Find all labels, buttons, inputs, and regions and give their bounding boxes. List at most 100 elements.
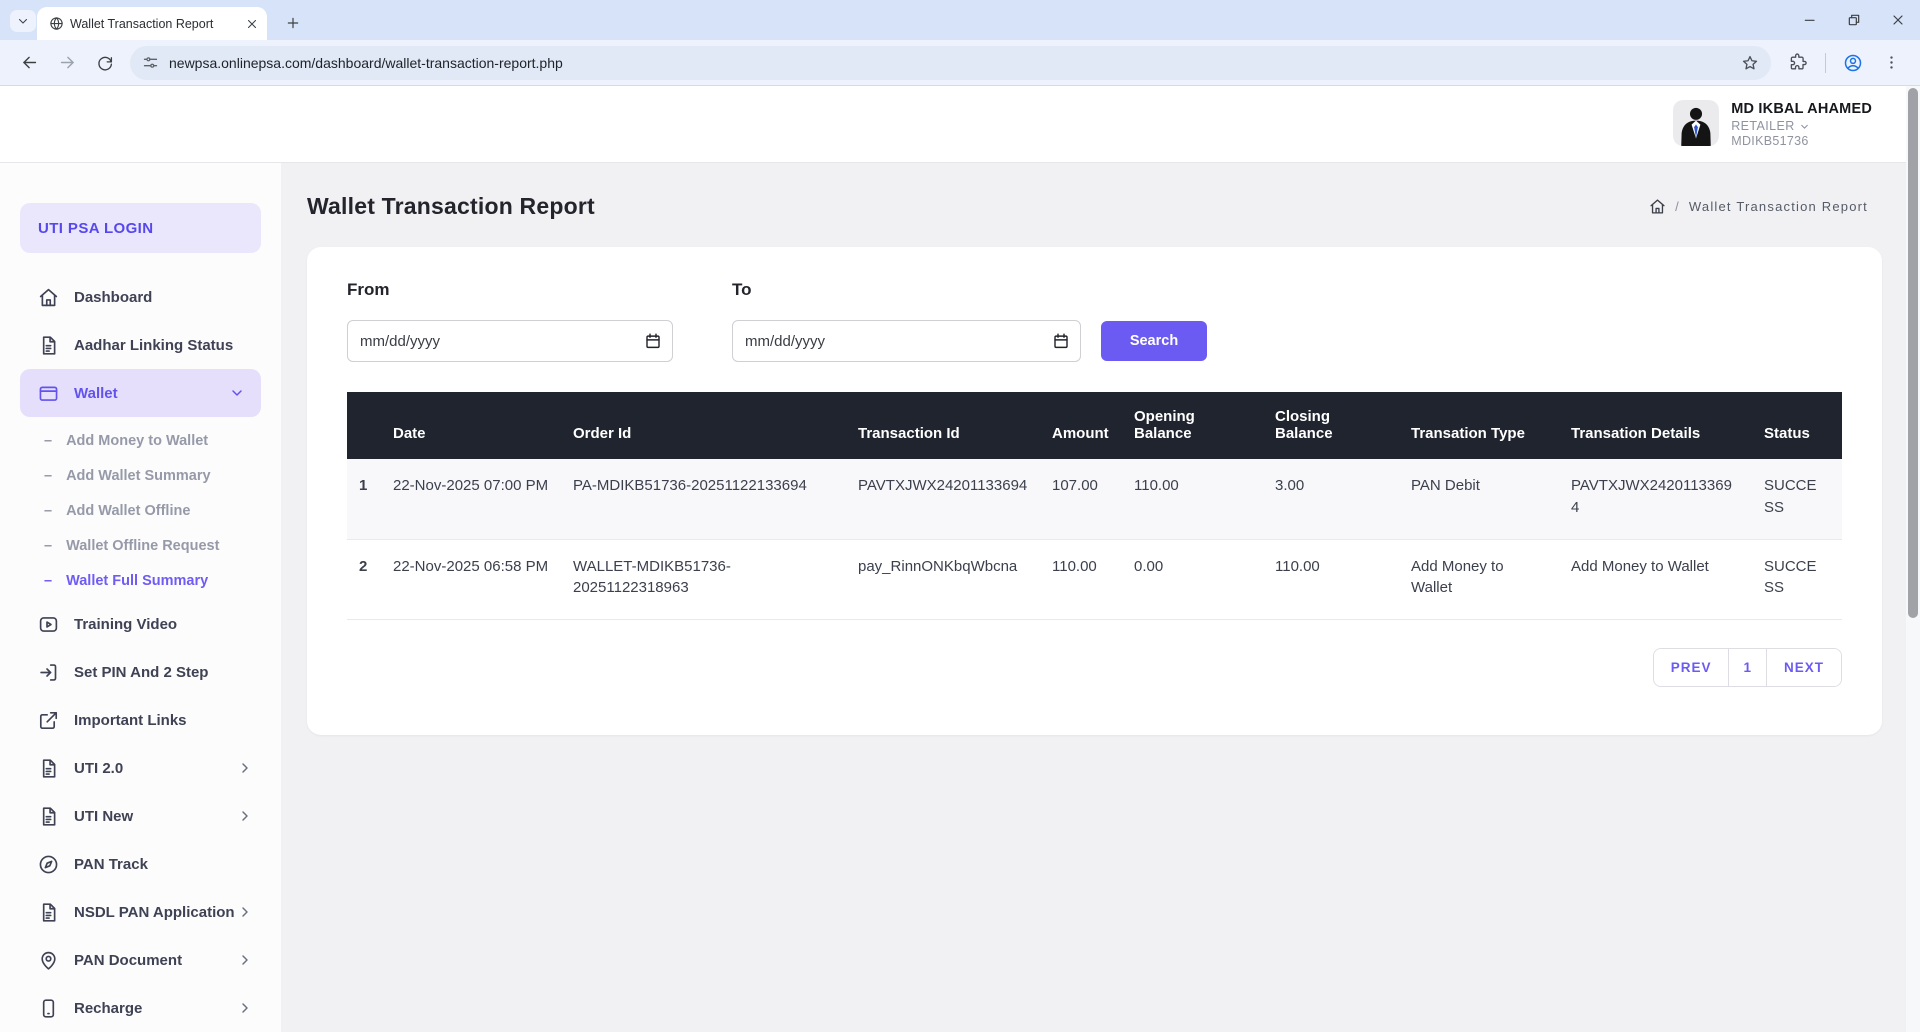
column-header: Status [1764, 392, 1842, 459]
new-tab-button[interactable] [278, 8, 308, 38]
sidebar-item-dashboard[interactable]: Dashboard [0, 273, 281, 321]
forward-button[interactable] [50, 46, 84, 80]
document-icon [38, 335, 59, 356]
cell-sn: 2 [347, 539, 393, 620]
transaction-table: DateOrder IdTransaction IdAmountOpening … [347, 392, 1842, 620]
user-menu[interactable]: MD IKBAL AHAMED RETAILER MDIKB51736 [1673, 100, 1872, 148]
sidebar-item-pan-document[interactable]: PAN Document [0, 936, 281, 984]
sidebar-item-important-links[interactable]: Important Links [0, 696, 281, 744]
to-date-input[interactable] [732, 320, 1081, 362]
cell-amount: 107.00 [1052, 459, 1134, 539]
sidebar-subitem-add-wallet-offline[interactable]: Add Wallet Offline [0, 493, 281, 528]
profile-icon [1843, 53, 1863, 73]
page-number-button[interactable]: 1 [1728, 649, 1766, 686]
main-content: Wallet Transaction Report / Wallet Trans… [281, 163, 1920, 1032]
globe-favicon-icon [49, 16, 64, 31]
cell-closing-balance: 3.00 [1275, 459, 1411, 539]
bookmark-star-icon[interactable] [1741, 54, 1759, 72]
close-icon [1890, 12, 1906, 28]
cell-amount: 110.00 [1052, 539, 1134, 620]
menu-button[interactable] [1874, 46, 1908, 80]
browser-tabstrip: Wallet Transaction Report [0, 0, 1920, 40]
chevron-right-icon [237, 760, 253, 776]
reload-icon [96, 54, 114, 72]
sidebar-item-pan-track[interactable]: PAN Track [0, 840, 281, 888]
close-button[interactable] [1876, 0, 1920, 40]
cell-type: PAN Debit [1411, 459, 1571, 539]
sidebar-subitem-add-wallet-summary[interactable]: Add Wallet Summary [0, 458, 281, 493]
table-header-row: DateOrder IdTransaction IdAmountOpening … [347, 392, 1842, 459]
extensions-button[interactable] [1781, 46, 1815, 80]
page-scrollbar[interactable] [1906, 86, 1920, 1032]
map-pin-icon [38, 950, 59, 971]
chevron-down-icon [16, 14, 30, 28]
cell-order-id: WALLET-MDIKB51736-20251122318963 [573, 539, 858, 620]
sidebar-subitem-wallet-full-summary[interactable]: Wallet Full Summary [0, 563, 281, 598]
toolbar-right [1779, 46, 1910, 80]
cell-closing-balance: 110.00 [1275, 539, 1411, 620]
scrollbar-thumb[interactable] [1908, 88, 1918, 618]
column-header: Date [393, 392, 573, 459]
restore-icon [1846, 12, 1862, 28]
cell-type: Add Money to Wallet [1411, 539, 1571, 620]
cell-transaction-id: pay_RinnONKbqWbcna [858, 539, 1052, 620]
from-date-input[interactable] [347, 320, 673, 362]
back-arrow-icon [20, 53, 39, 72]
breadcrumb-home[interactable] [1649, 198, 1666, 215]
prev-page-button[interactable]: PREV [1654, 649, 1729, 686]
tab-close-icon[interactable] [245, 17, 259, 31]
search-button[interactable]: Search [1101, 321, 1207, 361]
forward-arrow-icon [58, 53, 77, 72]
avatar [1673, 100, 1719, 146]
column-header: Transation Type [1411, 392, 1571, 459]
back-button[interactable] [12, 46, 46, 80]
column-header [347, 392, 393, 459]
table-row: 122-Nov-2025 07:00 PMPA-MDIKB51736-20251… [347, 459, 1842, 539]
page-head: Wallet Transaction Report / Wallet Trans… [281, 163, 1920, 220]
app-header: MD IKBAL AHAMED RETAILER MDIKB51736 [0, 86, 1920, 163]
page-title: Wallet Transaction Report [307, 193, 595, 220]
cell-opening-balance: 110.00 [1134, 459, 1275, 539]
sidebar-item-label: UTI 2.0 [74, 760, 237, 777]
chevron-right-icon [237, 904, 253, 920]
sidebar-item-nsdl-pan-application[interactable]: NSDL PAN Application [0, 888, 281, 936]
sidebar-item-set-pin-and-2-step[interactable]: Set PIN And 2 Step [0, 648, 281, 696]
sidebar-item-uti-2-0[interactable]: UTI 2.0 [0, 744, 281, 792]
breadcrumb-current: Wallet Transaction Report [1689, 199, 1868, 214]
profile-button[interactable] [1836, 46, 1870, 80]
cell-date: 22-Nov-2025 06:58 PM [393, 539, 573, 620]
column-header: Closing Balance [1275, 392, 1411, 459]
chevron-right-icon [237, 1000, 253, 1016]
next-page-button[interactable]: NEXT [1766, 649, 1841, 686]
sidebar-item-label: Aadhar Linking Status [74, 337, 253, 354]
login-icon [38, 662, 59, 683]
toolbar-separator [1825, 53, 1826, 73]
sidebar-item-training-video[interactable]: Training Video [0, 600, 281, 648]
browser-tab[interactable]: Wallet Transaction Report [37, 7, 267, 40]
three-dot-menu-icon [1883, 54, 1900, 71]
smartphone-icon [38, 998, 59, 1019]
minimize-button[interactable] [1788, 0, 1832, 40]
document-icon [38, 806, 59, 827]
column-header: Amount [1052, 392, 1134, 459]
home-icon [38, 287, 59, 308]
sidebar-subitem-add-money-to-wallet[interactable]: Add Money to Wallet [0, 423, 281, 458]
sidebar-item-aadhar-linking-status[interactable]: Aadhar Linking Status [0, 321, 281, 369]
external-link-icon [38, 710, 59, 731]
breadcrumb-separator: / [1675, 199, 1680, 214]
filter-row: From To [347, 280, 1842, 362]
address-bar[interactable]: newpsa.onlinepsa.com/dashboard/wallet-tr… [130, 46, 1771, 80]
tab-search-button[interactable] [10, 10, 36, 32]
plus-icon [285, 15, 301, 31]
maximize-button[interactable] [1832, 0, 1876, 40]
cell-details: PAVTXJWX24201133694 [1571, 459, 1764, 539]
sidebar-item-label: NSDL PAN Application [74, 904, 237, 921]
sidebar-item-uti-new[interactable]: UTI New [0, 792, 281, 840]
chevron-right-icon [237, 952, 253, 968]
sidebar-item-wallet[interactable]: Wallet [20, 369, 261, 417]
chevron-right-icon [237, 808, 253, 824]
reload-button[interactable] [88, 46, 122, 80]
sidebar-subitem-wallet-offline-request[interactable]: Wallet Offline Request [0, 528, 281, 563]
sidebar-item-recharge[interactable]: Recharge [0, 984, 281, 1032]
chevron-down-icon [229, 385, 245, 401]
